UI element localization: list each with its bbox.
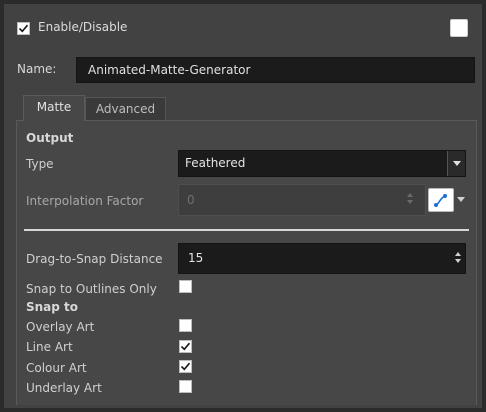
- line-art-checkbox[interactable]: [179, 340, 192, 353]
- overlay-art-label: Overlay Art: [26, 320, 95, 334]
- checkmark-icon: [180, 362, 191, 371]
- overlay-art-checkbox[interactable]: [179, 319, 192, 332]
- name-label: Name:: [17, 62, 57, 76]
- type-select-value: Feathered: [185, 156, 246, 170]
- drag-to-snap-distance-label: Drag-to-Snap Distance: [26, 252, 163, 266]
- name-field[interactable]: Animated-Matte-Generator: [76, 57, 475, 83]
- tab-matte[interactable]: Matte: [23, 95, 85, 121]
- function-curve-button[interactable]: [428, 188, 454, 212]
- color-swatch-button[interactable]: [450, 19, 468, 37]
- underlay-art-checkbox[interactable]: [179, 380, 192, 393]
- snap-to-section-title: Snap to: [26, 300, 79, 314]
- colour-art-label: Colour Art: [26, 361, 87, 375]
- type-label: Type: [26, 157, 54, 171]
- interpolation-factor-field: 0: [178, 184, 426, 216]
- snap-to-outlines-only-label: Snap to Outlines Only: [26, 282, 157, 296]
- type-select[interactable]: Feathered: [178, 150, 466, 177]
- underlay-art-label: Underlay Art: [26, 381, 102, 395]
- function-curve-icon: [434, 194, 447, 207]
- output-section-title: Output: [26, 131, 74, 145]
- checkmark-icon: [18, 24, 29, 33]
- chevron-down-icon[interactable]: [447, 151, 465, 176]
- snap-to-outlines-only-checkbox[interactable]: [179, 280, 192, 293]
- colour-art-checkbox[interactable]: [179, 360, 192, 373]
- section-divider: [24, 229, 469, 231]
- function-menu-arrow-icon[interactable]: [457, 197, 465, 202]
- interpolation-factor-label: Interpolation Factor: [26, 194, 144, 208]
- enable-disable-label: Enable/Disable: [38, 20, 128, 34]
- drag-to-snap-distance-field[interactable]: 15: [178, 243, 466, 274]
- enable-disable-checkbox[interactable]: [17, 22, 30, 35]
- tab-advanced[interactable]: Advanced: [85, 97, 166, 121]
- distance-spinner-icon[interactable]: [454, 251, 462, 265]
- line-art-label: Line Art: [26, 340, 73, 354]
- interpolation-spinner-icon: [406, 192, 414, 206]
- checkmark-icon: [180, 342, 191, 351]
